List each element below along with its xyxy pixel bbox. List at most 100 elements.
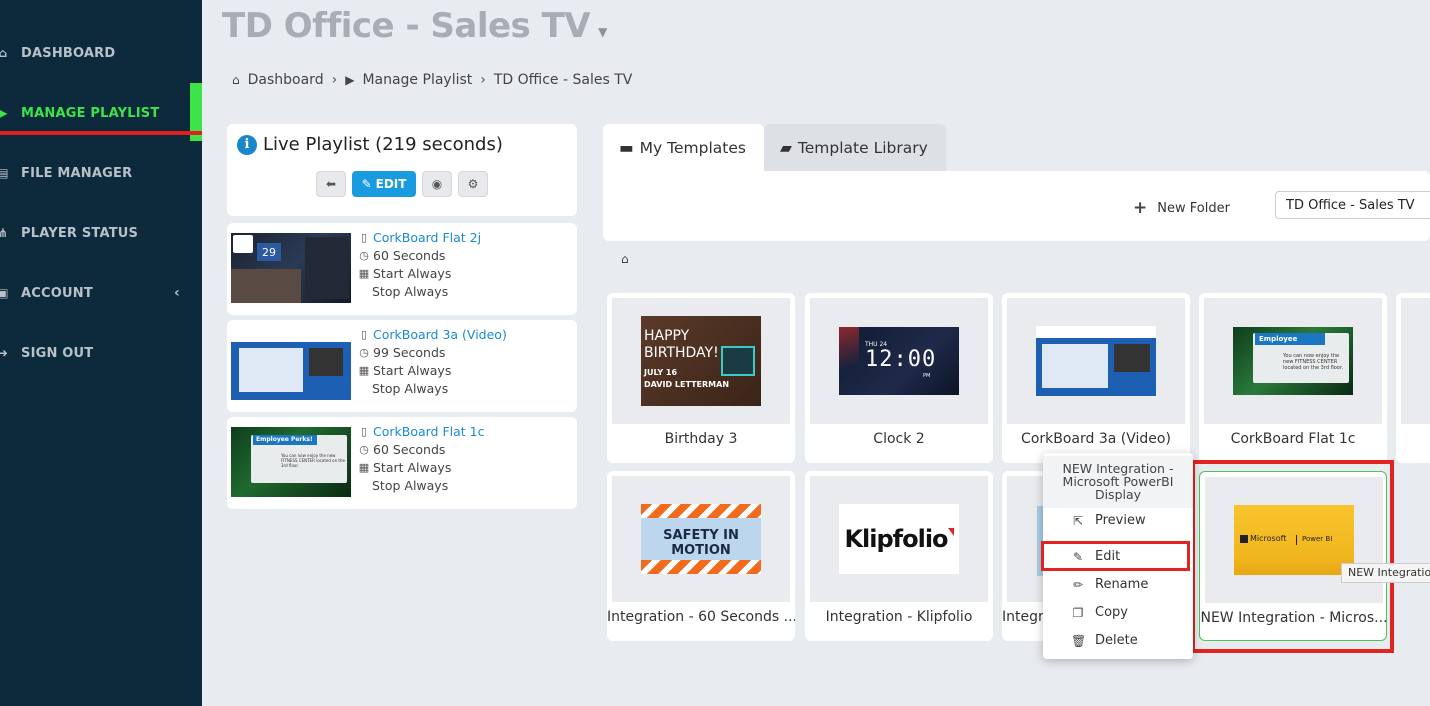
chevron-left-icon: ‹ [174,285,180,301]
template-tile[interactable]: Employee Perks! You can now enjoy the ne… [1199,293,1387,463]
home-icon: ⌂ [232,73,240,87]
tab-template-library[interactable]: ▰ Template Library [764,124,946,172]
sidebar-item-player-status[interactable]: ⋔ PLAYER STATUS [0,213,202,253]
template-thumbnail: Klipfolio [810,476,988,602]
edit-button-label: EDIT [375,177,407,191]
signout-icon: ➜ [0,346,9,360]
playlist-item-duration: ◷ 60 Seconds [359,248,446,263]
menu-item-label: Copy [1095,605,1128,620]
plus-icon: + [1133,198,1148,218]
tab-label: Template Library [797,139,928,157]
live-playlist-title: i Live Playlist (219 seconds) [237,134,503,155]
page-title-text: TD Office - Sales TV [222,6,591,46]
copy-icon: ❐ [1072,605,1084,620]
menu-item-copy[interactable]: ❐ Copy [1071,605,1128,620]
breadcrumb-dashboard[interactable]: Dashboard [248,72,324,88]
playlist-item-start: ▦ Start Always [358,363,452,378]
sidebar-item-label: PLAYER STATUS [21,225,139,241]
breadcrumb: ⌂ Dashboard › ▶ Manage Playlist › TD Off… [232,72,632,88]
calendar-icon: ▦ [358,267,370,280]
template-label: Integration - Klipfolio [825,609,973,625]
preview-button[interactable]: ◉ [422,171,452,197]
external-link-icon: ⇱ [1072,513,1084,528]
templates-toolbar: + New Folder TD Office - Sales TV [603,171,1430,241]
tab-my-templates[interactable]: ▬ My Templates [603,124,764,172]
settings-button[interactable]: ⚙ [458,171,488,197]
template-thumbnail: SAFETY IN MOTION [612,476,790,602]
sidebar-item-label: FILE MANAGER [21,165,133,181]
home-icon[interactable]: ⌂ [621,252,629,266]
highlight-box-selected-tile [1191,460,1394,653]
tab-label: My Templates [639,139,746,157]
template-thumbnail [1007,298,1185,424]
playlist-item-thumbnail: 29 [231,233,351,303]
playlist-item[interactable]: 29 ▯ CorkBoard Flat 2j ◷ 60 Seconds ▦ Start… [227,223,577,315]
new-folder-label: New Folder [1157,200,1230,216]
template-tile[interactable]: Klipfolio Integration - Klipfolio [805,471,993,641]
sidebar-item-label: ACCOUNT [21,285,93,301]
clock-icon: ◷ [359,443,369,456]
home-icon: ⌂ [0,46,8,60]
caret-down-icon[interactable]: ▼ [598,25,607,39]
arrow-left-icon: ⬅ [325,177,337,191]
network-icon: ⋔ [0,226,9,240]
playlist-icon: ▶ [345,73,355,87]
template-tile[interactable]: THU 24 12:00 PM Clock 2 [805,293,993,463]
playlist-item-stop: Stop Always [372,284,449,299]
menu-item-rename[interactable]: ✏ Rename [1071,577,1148,592]
sidebar-item-dashboard[interactable]: ⌂ DASHBOARD [0,33,202,73]
template-tile[interactable]: HAPPY BIRTHDAY! JULY 16 DAVID LETTERMAN … [607,293,795,463]
context-menu-title: NEW Integration - Microsoft PowerBI Disp… [1043,456,1193,508]
folder-select[interactable]: TD Office - Sales TV [1275,191,1430,219]
template-thumbnail [1401,298,1430,424]
info-icon: i [237,134,257,155]
template-thumbnail: THU 24 12:00 PM [810,298,988,424]
calendar-icon: ▦ [358,461,370,474]
playlist-item-info: ▯ CorkBoard Flat 2j ◷ 60 Seconds ▦ Start Al… [358,229,481,301]
live-playlist-panel: i Live Playlist (219 seconds) ⬅ ✎ EDIT ◉… [227,124,577,216]
sidebar-item-manage-playlist[interactable]: ▶ MANAGE PLAYLIST [0,93,202,133]
sidebar-item-label: MANAGE PLAYLIST [21,105,160,121]
sidebar-item-file-manager[interactable]: ▤ FILE MANAGER [0,153,202,193]
edit-button[interactable]: ✎ EDIT [352,171,416,197]
playlist-item-name[interactable]: ▯ CorkBoard 3a (Video) [358,326,507,344]
template-label: Birthday 3 [664,431,738,447]
playlist-item-name[interactable]: ▯ CorkBoard Flat 2j [358,229,481,247]
playlist-item-duration: ◷ 60 Seconds [359,442,446,457]
sidebar-item-label: DASHBOARD [21,45,116,61]
template-label: CorkBoard 3a (Video) [1021,431,1171,447]
playlist-item-info: ▯ CorkBoard 3a (Video) ◷ 99 Seconds ▦ Start… [358,326,507,398]
playlist-item[interactable]: ▯ CorkBoard 3a (Video) ◷ 99 Seconds ▦ Start… [227,320,577,412]
sidebar-item-sign-out[interactable]: ➜ SIGN OUT [0,333,202,373]
playlist-item[interactable]: Employee Perks! You can now enjoy the ne… [227,417,577,509]
edit-icon: ✎ [361,177,372,191]
breadcrumb-manage-playlist[interactable]: Manage Playlist [362,72,472,88]
clock-icon: ◷ [359,346,369,359]
sidebar-item-label: SIGN OUT [21,345,94,361]
playlist-item-start: ▦ Start Always [358,266,452,281]
new-folder-button[interactable]: + New Folder [1133,198,1230,218]
template-tile[interactable]: CorkBoard 3a (Video) [1002,293,1190,463]
playlist-item-stop: Stop Always [372,478,449,493]
red-highlight-underline [0,131,202,135]
page-title[interactable]: TD Office - Sales TV ▼ [222,6,607,46]
breadcrumb-current: TD Office - Sales TV [493,72,633,88]
menu-item-label: Delete [1095,633,1138,648]
book-icon: ▰ [780,139,792,157]
template-tile-partial[interactable] [1396,293,1430,463]
back-button[interactable]: ⬅ [316,171,346,197]
playlist-item-duration: ◷ 99 Seconds [359,345,446,360]
sidebar-item-account[interactable]: ▣ ACCOUNT ‹ [0,273,202,313]
menu-item-preview[interactable]: ⇱ Preview [1071,513,1146,528]
template-thumbnail: Employee Perks! You can now enjoy the ne… [1204,298,1382,424]
highlight-box-edit [1041,541,1190,571]
template-tile[interactable]: SAFETY IN MOTION Integration - 60 Second… [607,471,795,641]
playlist-item-thumbnail [231,330,351,400]
playlist-icon: ▶ [0,106,8,120]
live-playlist-title-text: Live Playlist (219 seconds) [263,134,503,155]
playlist-item-name[interactable]: ▯ CorkBoard Flat 1c [358,423,485,441]
sidebar: ⌂ DASHBOARD ▶ MANAGE PLAYLIST ▤ FILE MAN… [0,0,202,706]
template-label: Integration - 60 Seconds ... [607,609,795,625]
menu-item-delete[interactable]: 🗑 Delete [1071,633,1138,648]
clock-icon: ◷ [359,249,369,262]
